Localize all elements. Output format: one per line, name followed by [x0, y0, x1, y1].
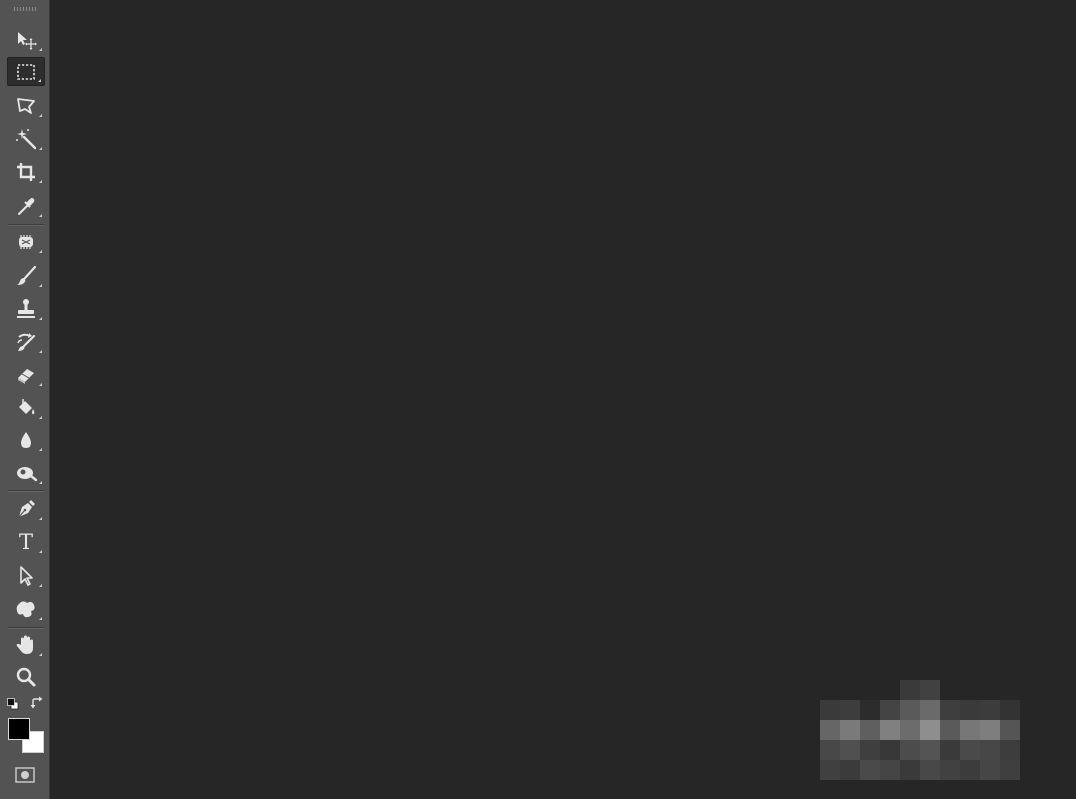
tools-panel: T [0, 0, 50, 799]
brush-tool[interactable] [7, 261, 45, 290]
history-brush-tool[interactable] [7, 327, 45, 356]
brush-icon [17, 265, 37, 285]
move-icon [18, 31, 37, 50]
hand-icon [16, 635, 33, 654]
polygonal-lasso-icon [17, 97, 35, 114]
marquee-icon [17, 63, 35, 80]
path-selection-tool[interactable] [7, 561, 45, 590]
type-icon: T [18, 529, 33, 554]
hand-tool[interactable] [7, 630, 45, 659]
clone-stamp-tool[interactable] [7, 294, 45, 323]
path-selection-icon [20, 565, 33, 586]
paint-bucket-icon [19, 398, 35, 414]
magic-wand-icon [16, 128, 37, 149]
canvas-workspace[interactable]: T [0, 0, 1076, 799]
pen-icon [18, 499, 35, 517]
lasso-tool[interactable] [7, 91, 45, 120]
pixelated-watermark [820, 680, 1020, 780]
quick-mask-button[interactable] [14, 766, 36, 784]
magic-wand-tool[interactable] [7, 124, 45, 153]
swap-arrows-icon [30, 696, 43, 709]
healing-brush-tool[interactable] [7, 227, 45, 256]
dodge-icon [17, 466, 38, 481]
custom-shape-tool[interactable] [7, 594, 45, 623]
rectangular-marquee-tool[interactable] [7, 57, 45, 86]
eraser-tool[interactable] [7, 360, 45, 389]
eraser-icon [18, 368, 34, 384]
crop-icon [17, 162, 35, 181]
dodge-tool[interactable] [7, 458, 45, 487]
panel-grip[interactable] [14, 7, 38, 11]
clone-stamp-icon [17, 298, 35, 318]
blur-drop-icon [21, 431, 31, 448]
paint-bucket-tool[interactable] [7, 393, 45, 422]
foreground-color-swatch[interactable] [8, 718, 30, 740]
pen-tool[interactable] [7, 494, 45, 523]
default-colors-button[interactable] [6, 697, 20, 711]
history-brush-icon [17, 332, 36, 351]
eyedropper-tool[interactable] [7, 191, 45, 220]
crop-tool[interactable] [7, 157, 45, 186]
type-tool[interactable]: T [7, 527, 45, 556]
eyedropper-icon [18, 197, 35, 215]
zoom-icon [16, 667, 36, 686]
custom-shape-icon [16, 600, 35, 617]
zoom-tool[interactable] [7, 662, 45, 691]
quick-mask-icon [15, 767, 35, 783]
default-colors-icon [7, 698, 19, 710]
move-tool[interactable] [7, 25, 45, 54]
healing-brush-icon [19, 234, 33, 249]
blur-tool[interactable] [7, 425, 45, 454]
swap-colors-button[interactable] [30, 696, 44, 710]
